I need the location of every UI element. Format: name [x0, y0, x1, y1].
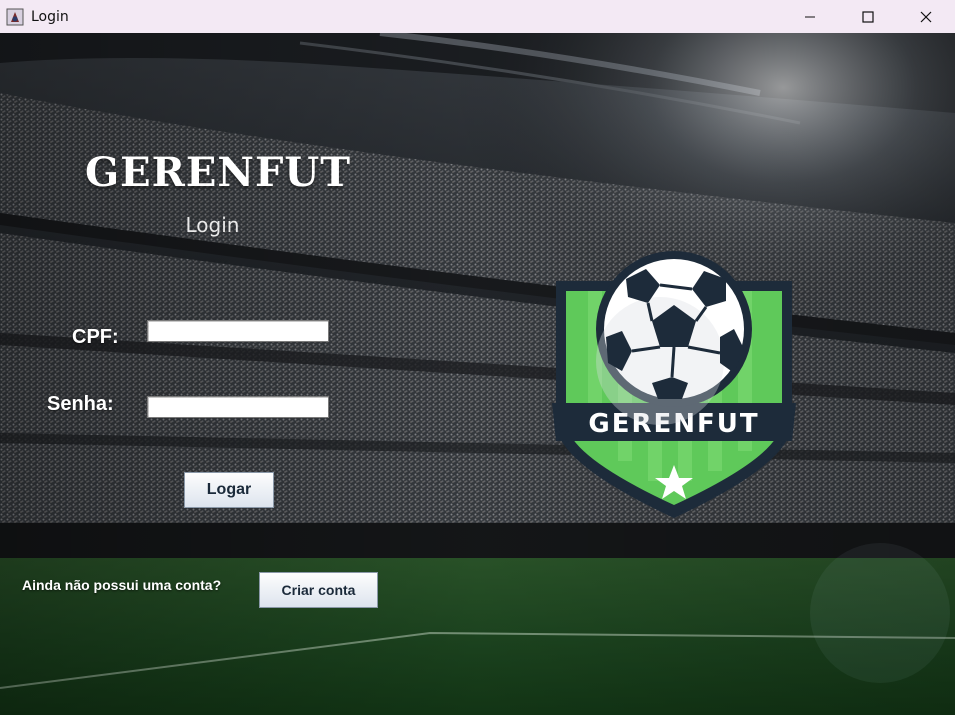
maximize-icon — [862, 10, 874, 23]
cpf-label: CPF: — [72, 326, 119, 348]
senha-label: Senha: — [47, 393, 114, 415]
minimize-button[interactable] — [781, 0, 839, 33]
login-button[interactable]: Logar — [184, 472, 274, 508]
login-panel: GERENFUT Login CPF: Senha: Logar Ainda n… — [0, 33, 955, 715]
java-app-icon — [6, 8, 24, 25]
close-button[interactable] — [897, 0, 955, 33]
gerenfut-logo: GERENFUT — [552, 251, 796, 518]
no-account-text: Ainda não possui uma conta? — [22, 577, 222, 593]
cpf-input[interactable] — [147, 320, 329, 342]
window-controls — [781, 0, 955, 33]
login-subtitle: Login — [185, 213, 240, 237]
minimize-icon — [805, 16, 815, 17]
senha-input[interactable] — [147, 396, 329, 418]
title-bar: Login — [0, 0, 955, 33]
create-account-button[interactable]: Criar conta — [259, 572, 378, 608]
window-title: Login — [31, 8, 69, 25]
brand-title: GERENFUT — [85, 149, 351, 196]
close-icon — [920, 11, 932, 22]
stadium-background-image — [0, 33, 955, 715]
login-window: Login GERENFUT Login CPF: Senha: Logar A… — [0, 0, 955, 715]
maximize-button[interactable] — [839, 0, 897, 33]
